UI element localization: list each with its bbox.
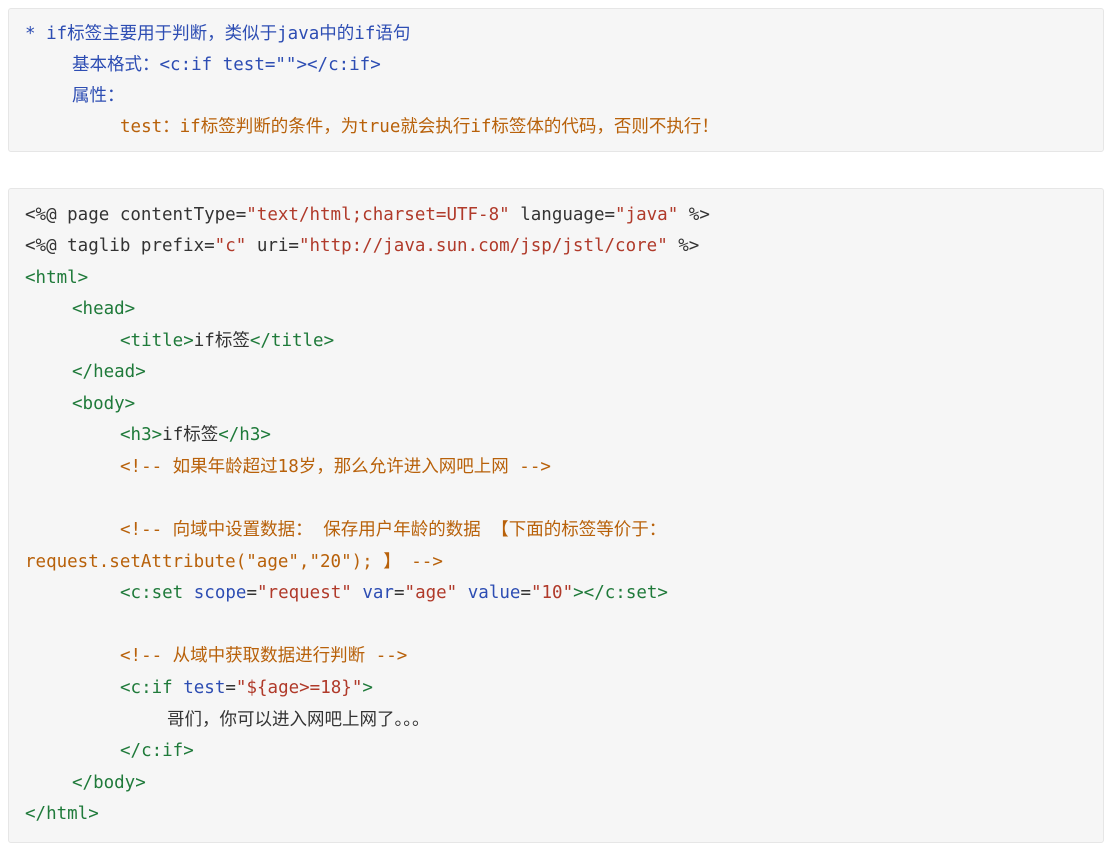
code-line: <%@ page contentType="text/html;charset=… [25,200,710,231]
directive: <%@ page [25,205,120,225]
code-body-text: 哥们，你可以进入网吧上网了。。。 [167,710,430,730]
attr-name: value [457,583,521,603]
code-line: <head> [72,299,136,319]
equals: = [393,583,405,603]
code-line: <html> [25,268,89,288]
attr-value: "10" [530,583,574,603]
code-line: </head> [72,362,146,382]
note-line-1: * if标签主要用于判断，类似于java中的if语句 [25,24,411,44]
attr-name: language= [509,205,616,225]
attr-value: "text/html;charset=UTF-8" [246,205,510,225]
equals: = [246,583,257,603]
code-comment: <!-- 向域中设置数据： 保存用户年龄的数据 【下面的标签等价于： [120,520,667,540]
tag-close: </title> [249,331,335,351]
attr-value: "http://java.sun.com/jsp/jstl/core" [298,236,668,256]
attr-name: scope [193,583,247,603]
code-line: </html> [25,804,99,824]
note-block: * if标签主要用于判断，类似于java中的if语句 基本格式：<c:if te… [8,8,1104,152]
attr-name: uri= [246,236,299,256]
code-line: <h3>if标签</h3> [120,420,271,451]
code-line: <%@ taglib prefix="c" uri="http://java.s… [25,231,699,262]
tag-close: ></c:set> [573,583,668,603]
attr-value: "c" [214,236,247,256]
code-line: <title>if标签</title> [120,326,334,357]
tag-open: <c:set [120,583,194,603]
equals: = [520,583,531,603]
note-line-4: test：if标签判断的条件，为true就会执行if标签体的代码，否则不执行！ [120,117,719,137]
code-block: <%@ page contentType="text/html;charset=… [8,188,1104,843]
code-comment: request.setAttribute("age","20"); 】 --> [25,552,443,572]
attr-name: var [351,583,394,603]
tag-text: if标签 [162,425,219,445]
directive-end: %> [667,236,700,256]
tag-close: </h3> [218,425,271,445]
attr-name: contentType= [119,205,247,225]
attr-value: "java" [615,205,679,225]
attr-name: prefix= [140,236,215,256]
tag-open: <title> [120,331,194,351]
equals: = [225,678,236,698]
attr-name: test [183,678,226,698]
code-comment: <!-- 如果年龄超过18岁，那么允许进入网吧上网 --> [120,457,551,477]
code-line: <c:set scope="request" var="age" value="… [120,578,668,609]
note-line-2: 基本格式：<c:if test=""></c:if> [72,55,381,75]
directive-end: %> [678,205,710,225]
tag-close: > [362,678,373,698]
code-line: </body> [72,773,146,793]
attr-value: "age" [404,583,458,603]
attr-value: "${age>=18}" [235,678,363,698]
tag-open: <c:if [120,678,184,698]
code-line: </c:if> [120,741,194,761]
attr-value: "request" [257,583,352,603]
code-line: <body> [72,394,136,414]
directive: <%@ taglib [25,236,141,256]
code-comment: <!-- 从域中获取数据进行判断 --> [120,646,408,666]
code-line: <c:if test="${age>=18}"> [120,673,373,704]
note-line-3: 属性： [72,86,125,106]
tag-text: if标签 [193,331,250,351]
tag-open: <h3> [120,425,163,445]
